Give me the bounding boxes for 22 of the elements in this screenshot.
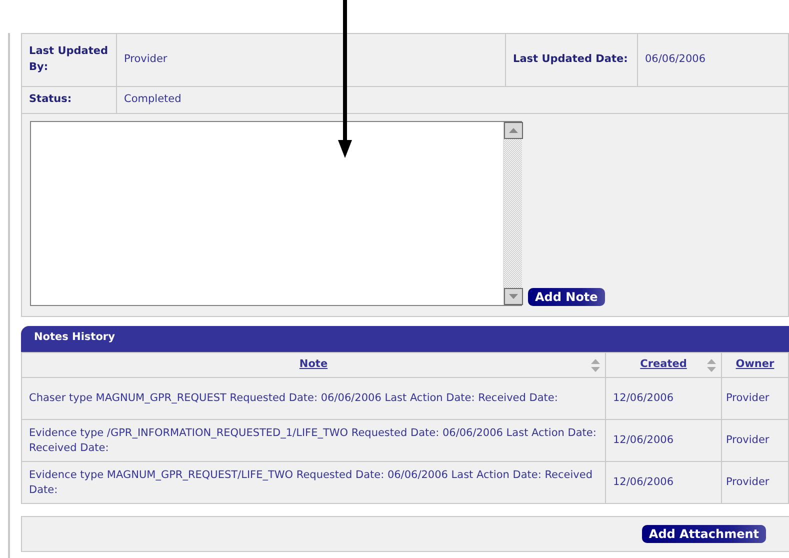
panel-header: Notes History xyxy=(21,326,789,352)
table-cell: Provider xyxy=(722,462,788,504)
arrow-icon xyxy=(338,0,352,158)
table-cell: Evidence type /GPR_INFORMATION_REQUESTED_1/LIFE_TWO Requested Date: 06/06/2006 Last Action Date: Received Date: xyxy=(22,420,606,462)
sort-icon[interactable] xyxy=(707,359,716,372)
table-cell: Evidence type MAGNUM_GPR_REQUEST/LIFE_TWO Requested Date: 06/06/2006 Last Action Date: Received Date: xyxy=(22,462,606,504)
sort-icon[interactable] xyxy=(591,359,600,372)
table-cell: Provider xyxy=(722,420,788,462)
field-label: Last Updated Date: xyxy=(506,34,638,86)
table-cell: Chaser type MAGNUM_GPR_REQUEST Requested Date: 06/06/2006 Last Action Date: Received Date: xyxy=(22,378,606,420)
table-cell: Provider xyxy=(722,378,788,420)
column-header-link[interactable]: Note xyxy=(299,358,328,370)
scroll-up-icon[interactable] xyxy=(504,122,523,139)
table-cell: 12/06/2006 xyxy=(606,420,722,462)
field-value: 06/06/2006 xyxy=(638,34,788,86)
add-attachment-button[interactable]: Add Attachment xyxy=(642,525,766,543)
table-cell: 12/06/2006 xyxy=(606,378,722,420)
add-note-button[interactable]: Add Note xyxy=(528,288,605,306)
field-value: Provider xyxy=(116,34,506,86)
field-label: Last Updated By: xyxy=(22,34,116,86)
scroll-down-icon[interactable] xyxy=(504,288,523,305)
table-cell: 12/06/2006 xyxy=(606,462,722,504)
